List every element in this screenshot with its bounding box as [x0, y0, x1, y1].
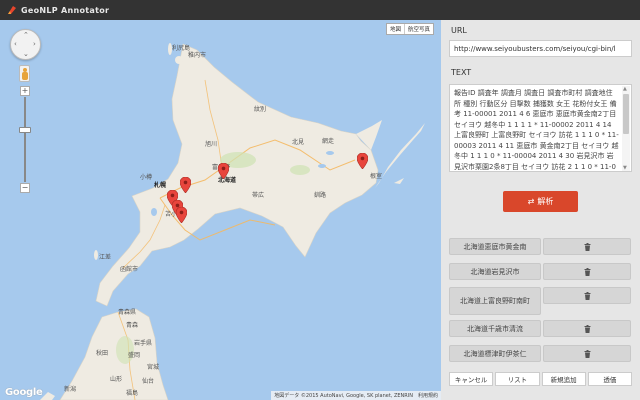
delete-result-button[interactable] — [543, 238, 631, 255]
map-type-map-button[interactable]: 地図 — [386, 24, 404, 34]
map-label-sapporo: 札幌 — [154, 182, 167, 189]
trash-icon — [584, 242, 590, 251]
delete-result-button[interactable] — [543, 263, 631, 280]
result-label[interactable]: 北海道上富良野町南町 — [449, 287, 541, 315]
map-label-miyagi: 宮城 — [147, 364, 160, 371]
map-label-yamagata: 山形 — [110, 376, 123, 383]
trash-icon — [584, 291, 590, 300]
app-logo-icon — [8, 6, 16, 14]
submit-button[interactable]: 透価 — [587, 372, 632, 386]
map-attribution-text: 地図データ ©2015 AutoNavi, Google, SK planet,… — [274, 393, 413, 399]
result-row: 北海道標津町伊茶仁 — [449, 345, 631, 362]
pan-left-icon[interactable]: ‹ — [14, 41, 17, 48]
action-button-bar: キャンセル リスト 新規追加 透価 — [449, 372, 632, 386]
map-label-monbetsu: 紋別 — [254, 106, 267, 113]
map-label-nemuro: 根室 — [370, 173, 383, 180]
google-logo: Google — [5, 387, 43, 398]
zoom-slider-track[interactable] — [24, 97, 26, 182]
pan-control[interactable]: ⌃ ⌄ ‹ › — [10, 29, 41, 60]
add-new-button[interactable]: 新規追加 — [541, 372, 586, 386]
delete-result-button[interactable] — [543, 287, 631, 304]
url-label: URL — [451, 26, 467, 35]
scroll-up-icon[interactable]: ▲ — [623, 87, 627, 92]
map-label-abashiri: 網走 — [322, 138, 335, 145]
text-scrollbar-thumb[interactable] — [623, 94, 629, 134]
result-label[interactable]: 北海道岩見沢市 — [449, 263, 541, 280]
map-label-kitami: 北見 — [292, 139, 305, 146]
map-type-switcher: 地図 航空写真 — [385, 23, 434, 35]
map-terms-link[interactable]: 利用規約 — [418, 392, 438, 399]
pan-right-icon[interactable]: › — [33, 41, 36, 48]
trash-icon — [584, 324, 590, 333]
result-row: 北海道千歳市清流 — [449, 320, 631, 337]
trash-icon — [584, 267, 590, 276]
honshu-landmass — [59, 308, 169, 400]
url-input[interactable]: http://www.seiyoubusters.com/seiyou/cgi-… — [449, 40, 632, 57]
zoom-slider-handle[interactable] — [19, 127, 31, 133]
text-scrollbar[interactable]: ▲ ▼ — [622, 86, 630, 171]
map-label-aomori-pref: 青森県 — [118, 309, 137, 316]
parse-button[interactable]: ⇄ 解析 — [503, 191, 578, 212]
map-label-akita: 秋田 — [96, 350, 109, 357]
map-label-obihiro: 帯広 — [252, 192, 265, 199]
delete-result-button[interactable] — [543, 345, 631, 362]
map-marker-icon[interactable] — [357, 153, 368, 169]
map-label-asahikawa: 旭川 — [205, 141, 218, 148]
map-marker-icon[interactable] — [218, 163, 229, 179]
result-row: 北海道恵庭市黄金南 — [449, 238, 631, 255]
map-label-wakkanai: 稚内市 — [188, 52, 207, 59]
map-canvas[interactable] — [0, 20, 441, 400]
map-view[interactable]: 利尻島 稚内市 紋別 網走 旭川 北見 富良野 札幌 小樽 苫小牧 北海道 帯広… — [0, 20, 441, 400]
result-label[interactable]: 北海道恵庭市黄金南 — [449, 238, 541, 255]
map-label-fukushima: 福島 — [126, 390, 139, 397]
map-label-morioka: 盛岡 — [128, 352, 141, 359]
map-label-iwate: 岩手県 — [134, 340, 153, 347]
map-label-aomori: 青森 — [126, 322, 139, 329]
street-view-pegman-icon[interactable] — [19, 65, 30, 82]
map-type-satellite-button[interactable]: 航空写真 — [403, 24, 433, 34]
result-row: 北海道岩見沢市 — [449, 263, 631, 280]
text-input[interactable]: 報告ID 調査年 調査月 調査日 調査市町村 調査地住所 種別 行動区分 目撃数… — [449, 84, 632, 172]
hokkaido-landmass — [95, 43, 379, 307]
zoom-out-button[interactable]: − — [20, 183, 30, 193]
list-button[interactable]: リスト — [495, 372, 540, 386]
result-label[interactable]: 北海道標津町伊茶仁 — [449, 345, 541, 362]
parse-button-label: 解析 — [537, 197, 554, 206]
map-label-otaru: 小樽 — [140, 174, 153, 181]
map-attribution-bar: 地図データ ©2015 AutoNavi, Google, SK planet,… — [271, 391, 441, 400]
text-input-content: 報告ID 調査年 調査月 調査日 調査市町村 調査地住所 種別 行動区分 目撃数… — [454, 89, 619, 171]
annotation-panel: URL http://www.seiyoubusters.com/seiyou/… — [441, 20, 640, 400]
rishiri-island — [175, 56, 183, 64]
title-bar: GeoNLP Annotator — [0, 0, 640, 20]
map-label-kushiro: 釧路 — [314, 192, 327, 199]
swap-arrows-icon: ⇄ — [527, 197, 535, 206]
cancel-button[interactable]: キャンセル — [449, 372, 494, 386]
map-marker-icon[interactable] — [180, 177, 191, 193]
zoom-in-button[interactable]: + — [20, 86, 30, 96]
result-row: 北海道上富良野町南町 — [449, 287, 631, 315]
map-label-rishiri: 利尻島 — [172, 45, 191, 52]
pan-down-icon[interactable]: ⌄ — [23, 51, 29, 58]
scroll-down-icon[interactable]: ▼ — [623, 166, 627, 171]
trash-icon — [584, 349, 590, 358]
map-label-niigata: 新潟 — [64, 386, 77, 393]
map-marker-icon[interactable] — [176, 207, 187, 223]
delete-result-button[interactable] — [543, 320, 631, 337]
app-title: GeoNLP Annotator — [21, 5, 110, 15]
pan-up-icon[interactable]: ⌃ — [23, 32, 29, 39]
text-label: TEXT — [451, 68, 472, 77]
map-label-esashi: 江差 — [99, 254, 112, 261]
kuril-islands — [375, 123, 425, 188]
map-label-sendai: 仙台 — [142, 378, 155, 385]
map-label-hakodate: 函館市 — [120, 266, 139, 273]
result-label[interactable]: 北海道千歳市清流 — [449, 320, 541, 337]
